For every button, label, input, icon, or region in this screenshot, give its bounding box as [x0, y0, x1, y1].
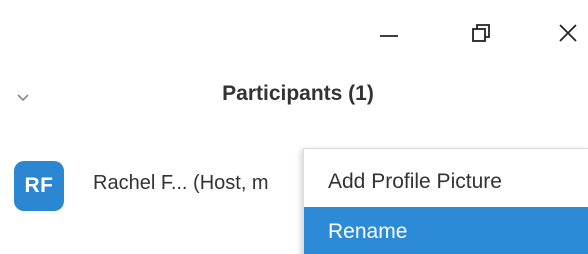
avatar: RF: [14, 161, 64, 211]
panel-title: Participants (1): [222, 82, 374, 105]
menu-item-add-profile-picture[interactable]: Add Profile Picture: [304, 157, 588, 207]
menu-item-rename[interactable]: Rename: [304, 207, 588, 254]
participant-context-menu: Add Profile Picture Rename: [303, 148, 588, 254]
restore-icon: [472, 24, 490, 42]
participants-window: Participants (1) RF Rachel F... (Host, m…: [0, 0, 588, 254]
minimize-icon: [380, 35, 398, 37]
minimize-button[interactable]: [366, 10, 412, 56]
participant-name: Rachel F... (Host, m: [93, 172, 269, 194]
restore-button[interactable]: [458, 10, 504, 56]
close-icon: [559, 24, 577, 42]
close-button[interactable]: [545, 10, 588, 56]
